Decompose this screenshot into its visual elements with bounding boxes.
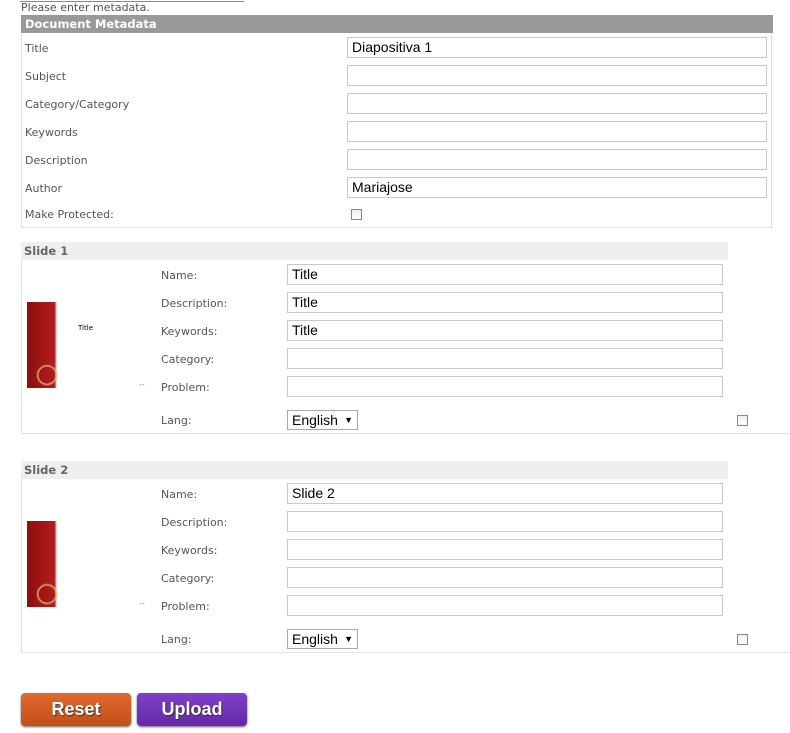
slide-2-name-label: Name: — [161, 488, 198, 501]
slide-2-cat-label: Category: — [161, 572, 215, 585]
slide-1-thumbnail-text: Title — [78, 324, 94, 332]
slide-1-header: Slide 1 — [21, 242, 728, 260]
slide-2-kw-label: Keywords: — [161, 544, 218, 557]
subject-input[interactable] — [347, 65, 767, 86]
slide-1-desc-label: Description: — [161, 297, 228, 310]
keywords-input[interactable] — [347, 121, 767, 142]
slide-1-name-input[interactable]: Title — [287, 264, 723, 285]
slide-1-name-label: Name: — [161, 269, 198, 282]
slide-2-lang-label: Lang: — [161, 633, 192, 646]
slide-1-prob-label: Problem: — [161, 381, 210, 394]
slide-2-thumbnail — [27, 521, 77, 607]
author-label: Author — [25, 182, 63, 195]
make-protected-label: Make Protected: — [25, 208, 114, 221]
upload-button[interactable]: Upload — [137, 693, 247, 726]
slide-1-kw-label: Keywords: — [161, 325, 218, 338]
chevron-down-icon: ▼ — [344, 634, 353, 644]
title-input[interactable]: Diapositiva 1 — [347, 37, 767, 58]
slide-2-lang-value: English — [292, 631, 338, 647]
slide-1-checkbox[interactable] — [737, 415, 748, 426]
slide-1-lang-value: English — [292, 412, 338, 428]
slide-2-desc-input[interactable] — [287, 511, 723, 532]
slide-2-cat-input[interactable] — [287, 567, 723, 588]
chevron-down-icon: ▼ — [344, 415, 353, 425]
slide-2-checkbox[interactable] — [737, 634, 748, 645]
slide-2-header: Slide 2 — [21, 461, 728, 479]
slide-1-thumbnail — [27, 302, 77, 388]
subject-label: Subject — [25, 70, 67, 83]
slide-1-dash: -- — [139, 380, 145, 389]
make-protected-checkbox[interactable] — [351, 209, 362, 220]
slide-1-desc-input[interactable]: Title — [287, 292, 723, 313]
slide-1-lang-select[interactable]: English ▼ — [287, 410, 358, 430]
author-input[interactable]: Mariajose — [347, 177, 767, 198]
description-label: Description — [25, 154, 88, 167]
slide-1-kw-input[interactable]: Title — [287, 320, 723, 341]
slide-2-kw-input[interactable] — [287, 539, 723, 560]
slide-2-name-input[interactable]: Slide 2 — [287, 483, 723, 504]
intro-text: Please enter metadata. — [21, 1, 150, 14]
slide-1-cat-input[interactable] — [287, 348, 723, 369]
slide-2-prob-label: Problem: — [161, 600, 210, 613]
slide-2-desc-label: Description: — [161, 516, 228, 529]
category-label: Category/Category — [25, 98, 130, 111]
slide-1-prob-input[interactable] — [287, 376, 723, 397]
slide-2-prob-input[interactable] — [287, 595, 723, 616]
description-input[interactable] — [347, 149, 767, 170]
slide-1-lang-label: Lang: — [161, 414, 192, 427]
slide-1-cat-label: Category: — [161, 353, 215, 366]
reset-button[interactable]: Reset — [21, 693, 131, 726]
document-metadata-header: Document Metadata — [21, 15, 773, 33]
title-label: Title — [25, 42, 49, 55]
category-input[interactable] — [347, 93, 767, 114]
slide-2-lang-select[interactable]: English ▼ — [287, 629, 358, 649]
keywords-label: Keywords — [25, 126, 78, 139]
slide-2-dash: -- — [139, 599, 145, 608]
